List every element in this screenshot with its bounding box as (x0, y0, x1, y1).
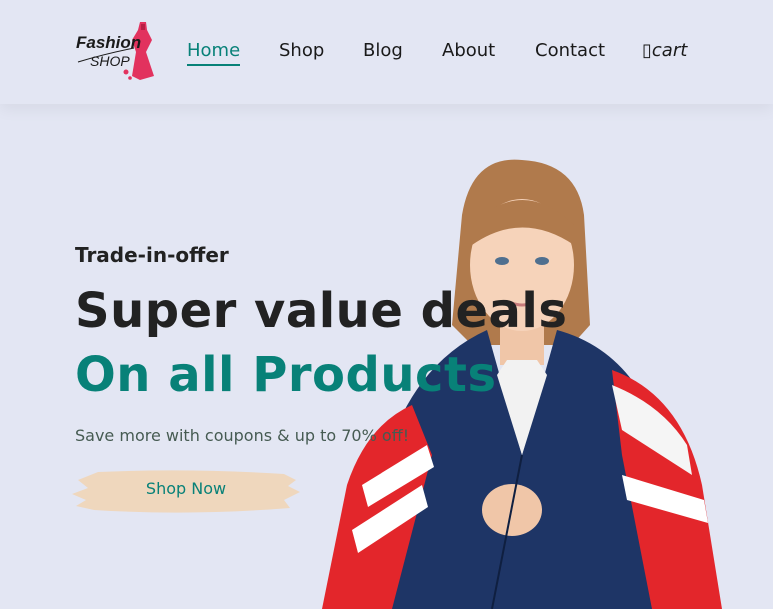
logo-text-line1: Fashion (76, 33, 141, 52)
fashion-shop-logo[interactable]: Fashion SHOP (74, 18, 156, 82)
shop-now-button[interactable]: Shop Now (70, 466, 302, 516)
logo-text-line2: SHOP (90, 53, 130, 69)
site-header: Fashion SHOP Home Shop Blog About Contac… (0, 0, 773, 104)
nav-contact[interactable]: Contact (535, 40, 605, 61)
hero-headline-accent: On all Products (75, 347, 497, 403)
hero-subtitle: Save more with coupons & up to 70% off! (75, 426, 410, 445)
nav-about[interactable]: About (442, 40, 495, 61)
nav-blog[interactable]: Blog (363, 40, 403, 61)
nav-cart[interactable]: ▯cart (642, 40, 687, 61)
nav-shop[interactable]: Shop (279, 40, 324, 61)
nav-home[interactable]: Home (187, 40, 241, 66)
cart-label: cart (651, 40, 688, 61)
hero-headline: Super value deals (75, 283, 568, 339)
hero-eyebrow: Trade-in-offer (75, 243, 229, 267)
cart-icon: ▯ (642, 40, 652, 61)
shop-now-label: Shop Now (145, 479, 227, 498)
